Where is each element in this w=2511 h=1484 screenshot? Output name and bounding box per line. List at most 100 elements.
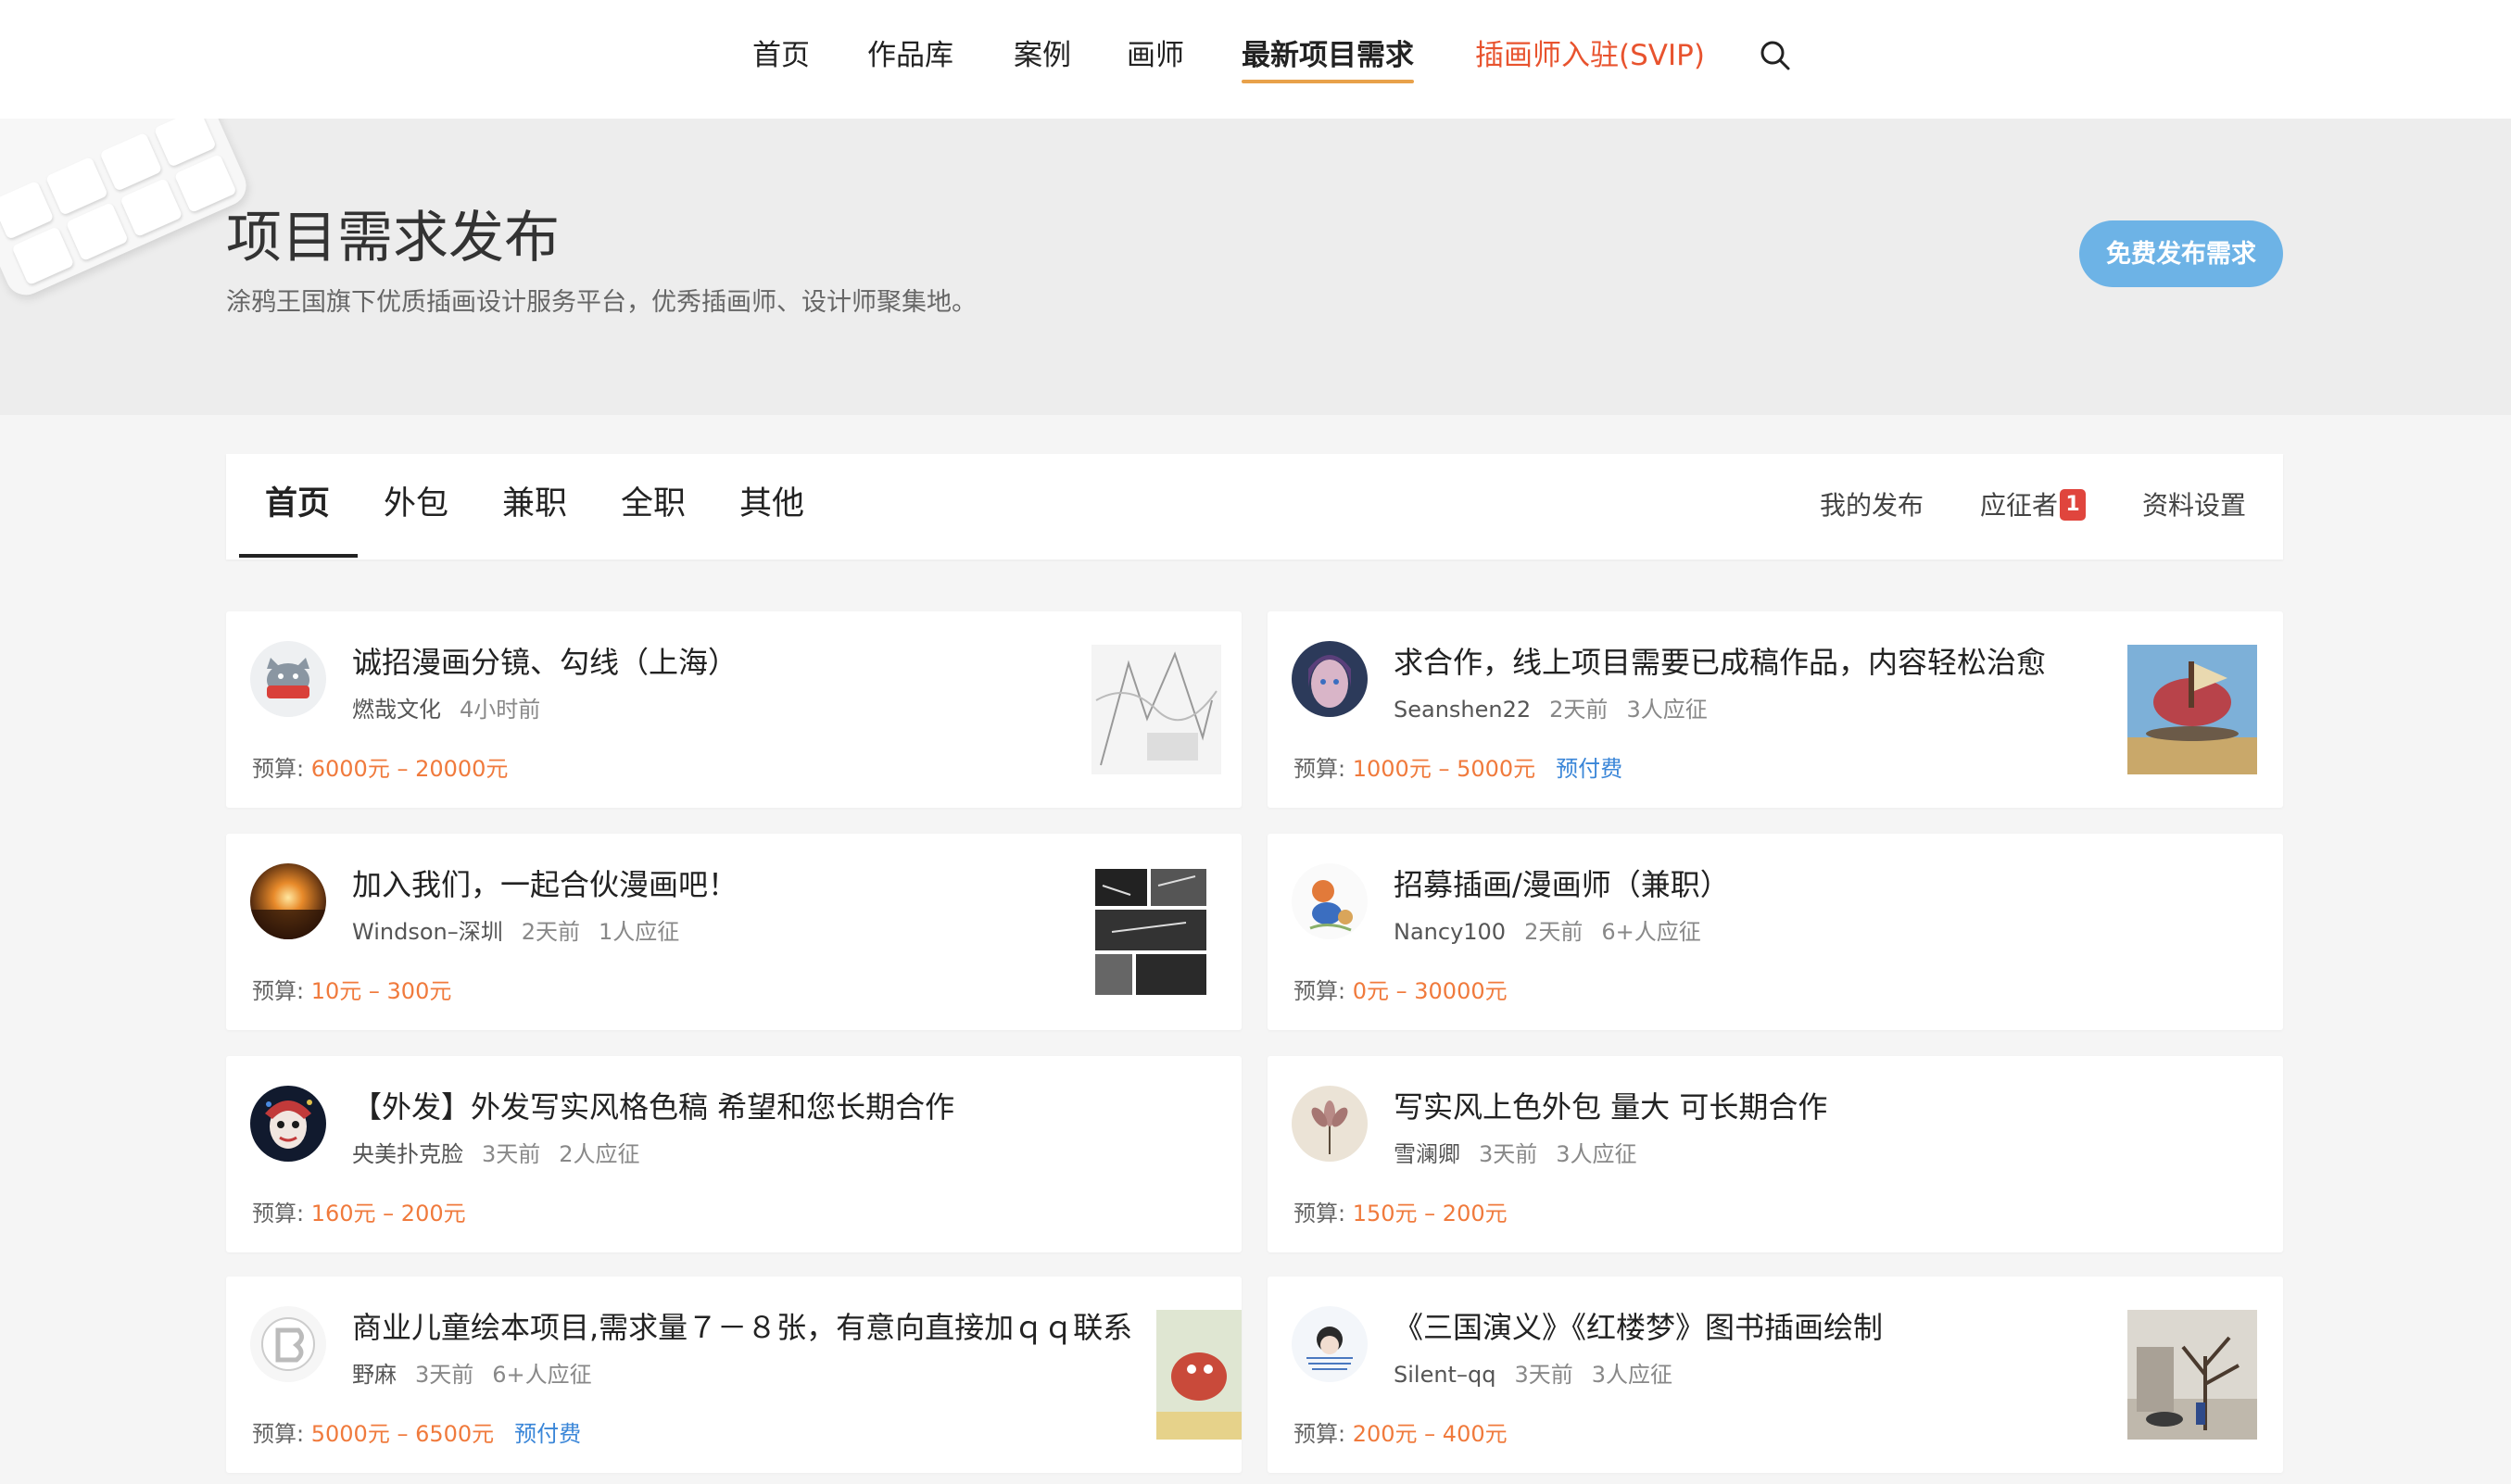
project-thumbnail[interactable]	[1093, 867, 1208, 997]
nav-latest-projects[interactable]: 最新项目需求	[1242, 37, 1414, 83]
nav-works-library[interactable]: 作品库	[867, 37, 953, 74]
project-card[interactable]: 求合作，线上项目需要已成稿作品，内容轻松治愈 Seanshen22 2天前 3人应征…	[1268, 611, 2283, 808]
budget-amount: 6000元 – 20000元	[310, 756, 509, 782]
avatar	[250, 863, 326, 939]
project-budget: 预算: 150元 – 200元	[1293, 1195, 1508, 1227]
post-time: 2天前	[1524, 919, 1584, 945]
project-budget: 预算: 6000元 – 20000元	[252, 750, 508, 783]
applicant-count: 3人应征	[1556, 1141, 1637, 1167]
prepaid-tag: 预付费	[1556, 756, 1623, 782]
project-meta: 雪澜卿 3天前 3人应征	[1394, 1136, 1637, 1168]
project-title[interactable]: 招募插画/漫画师（兼职）	[1394, 861, 1730, 904]
nav-cases[interactable]: 案例	[1014, 37, 1071, 74]
project-budget: 预算: 160元 – 200元	[252, 1195, 466, 1227]
hero-banner: 项目需求发布 涂鸦王国旗下优质插画设计服务平台，优秀插画师、设计师聚集地。 免费…	[0, 119, 2511, 415]
category-tab-bar: 首页 外包 兼职 全职 其他 我的发布 应征者 1 资料设置	[226, 454, 2283, 560]
free-publish-button[interactable]: 免费发布需求	[2079, 220, 2283, 287]
project-budget: 预算: 0元 – 30000元	[1293, 973, 1508, 1005]
post-time: 2天前	[521, 919, 580, 945]
applicant-count: 1人应征	[599, 919, 680, 945]
project-budget: 预算: 1000元 – 5000元 预付费	[1293, 750, 1622, 783]
applicant-count: 3人应征	[1626, 697, 1708, 723]
avatar	[250, 1086, 326, 1162]
project-thumbnail[interactable]	[1156, 1310, 1242, 1440]
tab-part-time[interactable]: 兼职	[502, 484, 567, 524]
budget-amount: 160元 – 200元	[310, 1201, 466, 1226]
author-name[interactable]: Nancy100	[1394, 919, 1506, 945]
author-name[interactable]: 燃哉文化	[352, 697, 441, 723]
applicant-count: 3人应征	[1591, 1362, 1672, 1388]
author-name[interactable]: 雪澜卿	[1394, 1141, 1460, 1167]
project-meta: 燃哉文化 4小时前	[352, 691, 559, 723]
avatar	[1292, 1306, 1368, 1382]
budget-amount: 200元 – 400元	[1352, 1421, 1508, 1447]
project-title[interactable]: 商业儿童绘本项目,需求量７－８张，有意向直接加ｑｑ联系	[352, 1304, 1132, 1347]
applicants-link[interactable]: 应征者 1	[1980, 489, 2087, 522]
project-title[interactable]: 加入我们，一起合伙漫画吧！	[352, 861, 738, 904]
avatar	[250, 1306, 326, 1382]
tab-home[interactable]: 首页	[265, 484, 330, 524]
project-thumbnail[interactable]	[2127, 645, 2257, 774]
project-card[interactable]: 加入我们，一起合伙漫画吧！ Windson–深圳 2天前 1人应征 预算: 10元 …	[226, 834, 1242, 1030]
project-title[interactable]: 【外发】外发写实风格色稿 希望和您长期合作	[352, 1084, 954, 1126]
author-name[interactable]: Windson–深圳	[352, 919, 503, 945]
page-subtitle: 涂鸦王国旗下优质插画设计服务平台，优秀插画师、设计师聚集地。	[226, 288, 977, 317]
project-card[interactable]: 招募插画/漫画师（兼职） Nancy100 2天前 6+人应征 预算: 0元 – 3…	[1268, 834, 2283, 1030]
project-meta: Windson–深圳 2天前 1人应征	[352, 913, 679, 946]
project-meta: Silent–qq 3天前 3人应征	[1394, 1356, 1672, 1389]
project-card[interactable]: 【外发】外发写实风格色稿 希望和您长期合作 央美扑克脸 3天前 2人应征 预算: 1…	[226, 1056, 1242, 1252]
nav-home[interactable]: 首页	[752, 37, 810, 74]
author-name[interactable]: Seanshen22	[1394, 697, 1531, 723]
applicant-count: 6+人应征	[492, 1362, 592, 1388]
nav-illustrator-join-svip[interactable]: 插画师入驻(SVIP)	[1475, 37, 1705, 74]
budget-label: 预算:	[1293, 1201, 1346, 1226]
budget-amount: 0元 – 30000元	[1352, 978, 1508, 1004]
post-time: 3天前	[415, 1362, 474, 1388]
avatar	[250, 641, 326, 717]
project-thumbnail[interactable]	[1091, 645, 1221, 774]
budget-label: 预算:	[1293, 1421, 1346, 1447]
budget-label: 预算:	[1293, 756, 1346, 782]
avatar	[1292, 863, 1368, 939]
applicant-count: 2人应征	[559, 1141, 640, 1167]
author-name[interactable]: Silent–qq	[1394, 1362, 1495, 1388]
profile-settings-link[interactable]: 资料设置	[2142, 489, 2246, 522]
tab-full-time[interactable]: 全职	[621, 484, 686, 524]
post-time: 3天前	[1479, 1141, 1538, 1167]
project-budget: 预算: 5000元 – 6500元 预付费	[252, 1415, 581, 1448]
top-navigation: 首页 作品库 案例 画师 最新项目需求 插画师入驻(SVIP)	[0, 0, 2511, 119]
budget-amount: 5000元 – 6500元	[310, 1421, 495, 1447]
budget-amount: 150元 – 200元	[1352, 1201, 1508, 1226]
author-name[interactable]: 央美扑克脸	[352, 1141, 463, 1167]
post-time: 2天前	[1549, 697, 1609, 723]
project-meta: 野麻 3天前 6+人应征	[352, 1356, 592, 1389]
budget-label: 预算:	[252, 756, 305, 782]
avatar	[1292, 1086, 1368, 1162]
applicant-count: 6+人应征	[1601, 919, 1701, 945]
nav-illustrators[interactable]: 画师	[1127, 37, 1184, 74]
tab-other[interactable]: 其他	[739, 484, 804, 524]
project-title[interactable]: 求合作，线上项目需要已成稿作品，内容轻松治愈	[1394, 639, 2046, 682]
active-tab-indicator	[239, 554, 358, 558]
post-time: 4小时前	[460, 697, 541, 723]
tab-outsourcing[interactable]: 外包	[384, 484, 448, 524]
project-thumbnail[interactable]	[2127, 1310, 2257, 1440]
project-card[interactable]: 写实风上色外包 量大 可长期合作 雪澜卿 3天前 3人应征 预算: 150元 – 2…	[1268, 1056, 2283, 1252]
project-title[interactable]: 诚招漫画分镜、勾线（上海）	[352, 639, 738, 682]
project-title[interactable]: 《三国演义》《红楼梦》图书插画绘制	[1394, 1304, 1883, 1347]
applicants-count-badge: 1	[2060, 489, 2087, 521]
post-time: 3天前	[1514, 1362, 1573, 1388]
project-title[interactable]: 写实风上色外包 量大 可长期合作	[1394, 1084, 1827, 1126]
budget-label: 预算:	[1293, 978, 1346, 1004]
search-icon[interactable]	[1759, 39, 1792, 72]
project-card[interactable]: 诚招漫画分镜、勾线（上海） 燃哉文化 4小时前 预算: 6000元 – 20000…	[226, 611, 1242, 808]
budget-amount: 10元 – 300元	[310, 978, 452, 1004]
author-name[interactable]: 野麻	[352, 1362, 397, 1388]
project-meta: Nancy100 2天前 6+人应征	[1394, 913, 1701, 946]
project-card[interactable]: 《三国演义》《红楼梦》图书插画绘制 Silent–qq 3天前 3人应征 预算: 2…	[1268, 1276, 2283, 1473]
keyboard-decoration	[0, 119, 253, 302]
project-card[interactable]: 商业儿童绘本项目,需求量７－８张，有意向直接加ｑｑ联系 野麻 3天前 6+人应征 预…	[226, 1276, 1242, 1473]
my-posts-link[interactable]: 我的发布	[1820, 489, 1924, 522]
post-time: 3天前	[482, 1141, 541, 1167]
budget-amount: 1000元 – 5000元	[1352, 756, 1536, 782]
